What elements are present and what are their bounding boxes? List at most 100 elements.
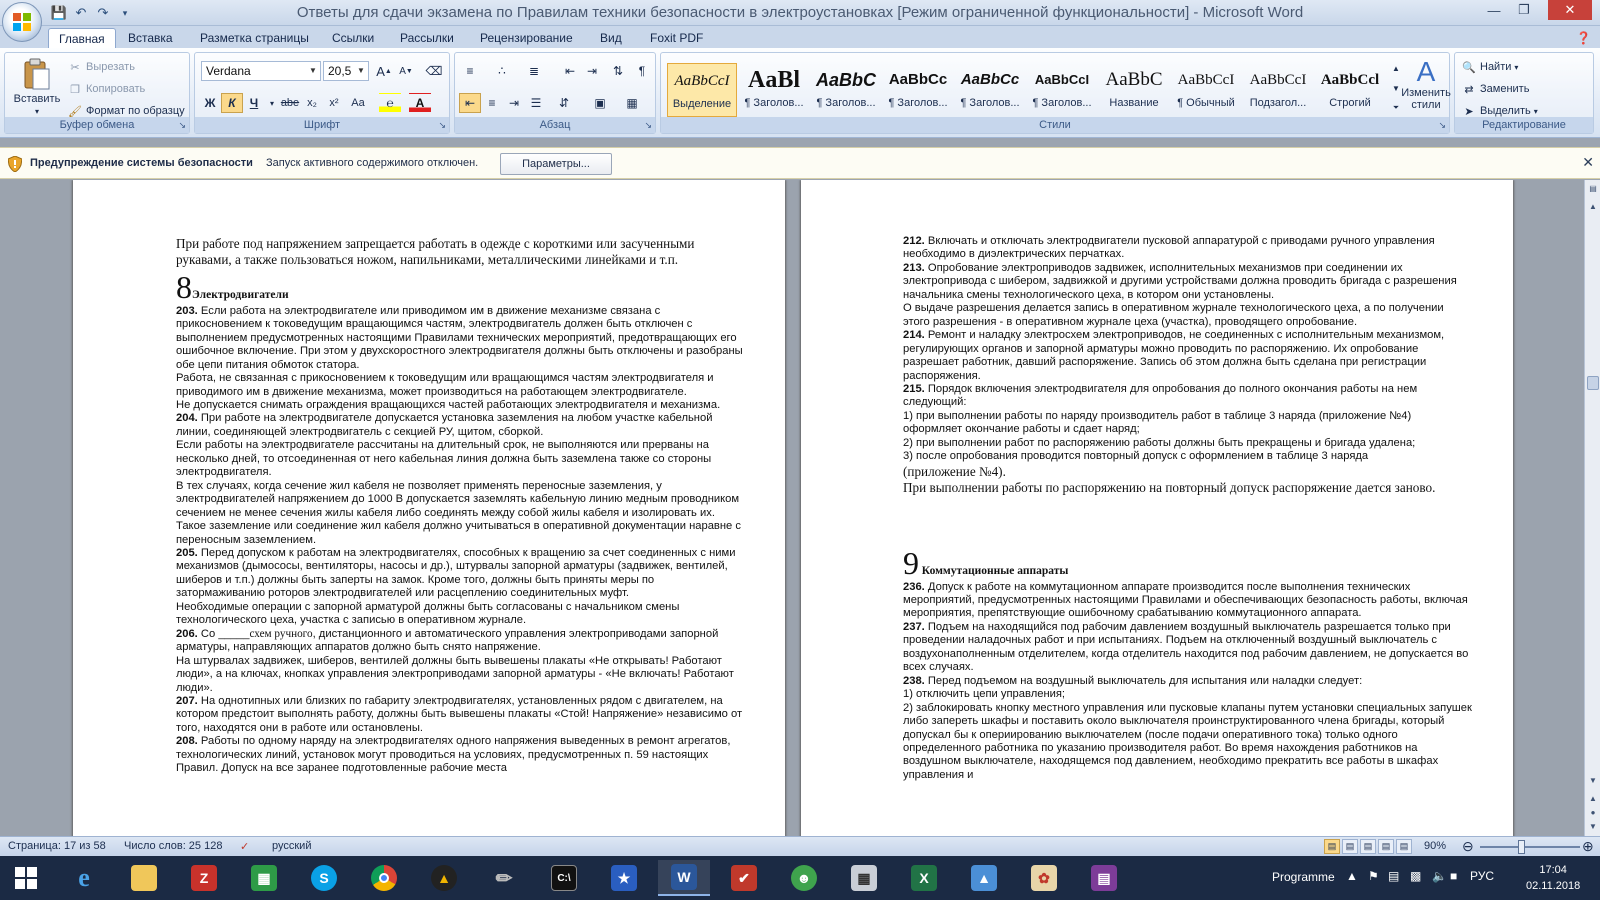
microphone-icon[interactable]: ✏: [478, 860, 530, 896]
outline-view-icon[interactable]: ▤: [1378, 839, 1394, 854]
vertical-scrollbar[interactable]: ▤ ▲ ▼ ▲ ● ▼: [1584, 180, 1600, 836]
justify-icon[interactable]: ☰: [525, 93, 547, 113]
select-browse-object-icon[interactable]: ●: [1586, 806, 1600, 820]
font-name-combo[interactable]: Verdana ▼: [201, 61, 321, 81]
style-heading-3[interactable]: AaBbCc ¶ Заголов...: [883, 63, 953, 117]
flag-icon[interactable]: ⚑: [1368, 869, 1379, 883]
photo-viewer-icon[interactable]: ▲: [958, 860, 1010, 896]
previous-page-icon[interactable]: ▲: [1586, 792, 1600, 806]
scroll-down-icon[interactable]: ▼: [1586, 774, 1600, 788]
replace-button[interactable]: ⇄ Заменить: [1461, 81, 1529, 97]
list-item[interactable]: 2) заблокировать кнопку местного управле…: [903, 702, 1473, 783]
shrink-font-button[interactable]: A ▼: [395, 61, 417, 81]
page-indicator[interactable]: Страница: 17 из 58: [8, 840, 106, 852]
line-spacing-icon[interactable]: ⇵: [553, 93, 575, 113]
full-screen-reading-icon[interactable]: ▤: [1342, 839, 1358, 854]
paste-button[interactable]: Вставить ▾: [11, 57, 63, 116]
tab-view[interactable]: Вид: [590, 28, 632, 48]
tab-home[interactable]: Главная: [48, 28, 116, 48]
dialog-launcher-icon[interactable]: ↘: [1438, 117, 1446, 133]
align-left-icon[interactable]: ⇤: [459, 93, 481, 113]
paragraph[interactable]: 207. На однотипных или близких по габари…: [176, 695, 745, 735]
language-indicator[interactable]: русский: [272, 840, 311, 852]
tab-mailings[interactable]: Рассылки: [390, 28, 464, 48]
frog-app-icon[interactable]: ☻: [778, 860, 830, 896]
style-subtitle[interactable]: AaBbCcI Подзагол...: [1243, 63, 1313, 117]
dialog-launcher-icon[interactable]: ↘: [438, 117, 446, 133]
copy-button[interactable]: ❐ Копировать: [67, 81, 145, 97]
dialog-launcher-icon[interactable]: ↘: [178, 117, 186, 133]
italic-button[interactable]: К: [221, 93, 243, 113]
bold-button[interactable]: Ж: [199, 93, 221, 113]
tab-foxit-pdf[interactable]: Foxit PDF: [640, 28, 713, 48]
minimize-button[interactable]: —: [1480, 0, 1508, 20]
paragraph[interactable]: 208. Работы по одному наряду на электрод…: [176, 735, 745, 775]
font-size-combo[interactable]: 20,5 ▼: [323, 61, 369, 81]
paragraph[interactable]: При работе под напряжением запрещается р…: [176, 236, 745, 268]
network-icon[interactable]: ▤: [1388, 869, 1399, 883]
style-heading-4[interactable]: AaBbCc ¶ Заголов...: [955, 63, 1025, 117]
borders-icon[interactable]: ▦: [621, 93, 643, 113]
clock[interactable]: 17:04 02.11.2018: [1526, 862, 1580, 894]
paragraph[interactable]: 213. Опробование электроприводов задвиже…: [903, 262, 1473, 302]
style-heading-2[interactable]: AaBbC ¶ Заголов...: [811, 63, 881, 117]
shading-icon[interactable]: ▣: [589, 93, 611, 113]
help-icon[interactable]: ❓: [1570, 28, 1597, 48]
align-center-icon[interactable]: ≡: [481, 93, 503, 113]
dialog-launcher-icon[interactable]: ↘: [644, 117, 652, 133]
tab-references[interactable]: Ссылки: [322, 28, 384, 48]
paragraph[interactable]: 212. Включать и отключать электродвигате…: [903, 235, 1473, 262]
page-right[interactable]: 212. Включать и отключать электродвигате…: [801, 180, 1513, 836]
chrome-icon[interactable]: [358, 860, 410, 896]
file-explorer-icon[interactable]: [118, 860, 170, 896]
page-right-text[interactable]: 212. Включать и отключать электродвигате…: [903, 235, 1473, 782]
paragraph[interactable]: 204. При работе на электродвигателе допу…: [176, 412, 745, 439]
zoom-slider[interactable]: [1480, 846, 1580, 848]
zoom-level[interactable]: 90%: [1424, 840, 1446, 852]
web-layout-icon[interactable]: ▤: [1360, 839, 1376, 854]
zoom-slider-handle[interactable]: [1518, 840, 1525, 854]
superscript-button[interactable]: x²: [323, 93, 345, 113]
tab-page-layout[interactable]: Разметка страницы: [190, 28, 319, 48]
tab-insert[interactable]: Вставка: [118, 28, 183, 48]
start-button[interactable]: [0, 860, 52, 896]
subscript-button[interactable]: x₂: [301, 93, 323, 113]
numbering-icon[interactable]: ∴: [491, 61, 513, 81]
paragraph[interactable]: На штурвалах задвижек, шиберов, вентилей…: [176, 655, 745, 695]
paragraph[interactable]: Если работы на электродвигателе рассчита…: [176, 439, 745, 479]
sort-icon[interactable]: ⇅: [607, 61, 629, 81]
align-right-icon[interactable]: ⇥: [503, 93, 525, 113]
paragraph[interactable]: При выполнении работы по распоряжению на…: [903, 480, 1473, 496]
skype-icon[interactable]: S: [298, 860, 350, 896]
highlight-icon[interactable]: ℮: [379, 93, 401, 113]
list-item[interactable]: 1) при выполнении работы по наряду произ…: [903, 410, 1473, 437]
winrar-icon[interactable]: ▤: [1078, 860, 1130, 896]
decrease-indent-icon[interactable]: ⇤: [559, 61, 581, 81]
zoom-in-icon[interactable]: ⊕: [1582, 838, 1594, 855]
office-button[interactable]: [2, 2, 42, 42]
style-heading-1[interactable]: AaBl ¶ Заголов...: [739, 63, 809, 117]
volume-icon[interactable]: 🔈: [1432, 869, 1447, 883]
style-heading-5[interactable]: AaBbCcI ¶ Заголов...: [1027, 63, 1097, 117]
increase-indent-icon[interactable]: ⇥: [581, 61, 603, 81]
strikethrough-button[interactable]: abe: [279, 93, 301, 113]
show-marks-icon[interactable]: ¶: [631, 61, 653, 81]
bullets-icon[interactable]: ≡: [459, 61, 481, 81]
spelling-check-icon[interactable]: ✓: [240, 840, 249, 853]
paragraph[interactable]: 237. Подъем на находящийся под рабочим д…: [903, 621, 1473, 675]
paragraph[interactable]: О выдаче разрешения делается запись в оп…: [903, 302, 1473, 329]
style-title[interactable]: AaBbC Название: [1099, 63, 1169, 117]
network-tool-icon[interactable]: ★: [598, 860, 650, 896]
document-area[interactable]: При работе под напряжением запрещается р…: [0, 180, 1584, 836]
paste-dropdown-icon[interactable]: ▾: [35, 107, 39, 116]
close-icon[interactable]: ✕: [1582, 154, 1594, 171]
list-item[interactable]: 1) отключить цепи управления;: [903, 688, 1473, 701]
change-styles-button[interactable]: A Изменить стили: [1401, 57, 1451, 112]
list-item[interactable]: 3) после опробования проводится повторны…: [903, 450, 1473, 463]
paragraph[interactable]: Не допускается снимать ограждения вращаю…: [176, 399, 745, 412]
style-emphasis[interactable]: AaBbCcI Выделение: [667, 63, 737, 117]
page-left[interactable]: При работе под напряжением запрещается р…: [73, 180, 785, 836]
list-item[interactable]: 2) при выполнении работ по распоряжению …: [903, 437, 1473, 450]
paragraph[interactable]: (приложение №4).: [903, 464, 1473, 480]
restore-button[interactable]: ❐: [1510, 0, 1538, 20]
